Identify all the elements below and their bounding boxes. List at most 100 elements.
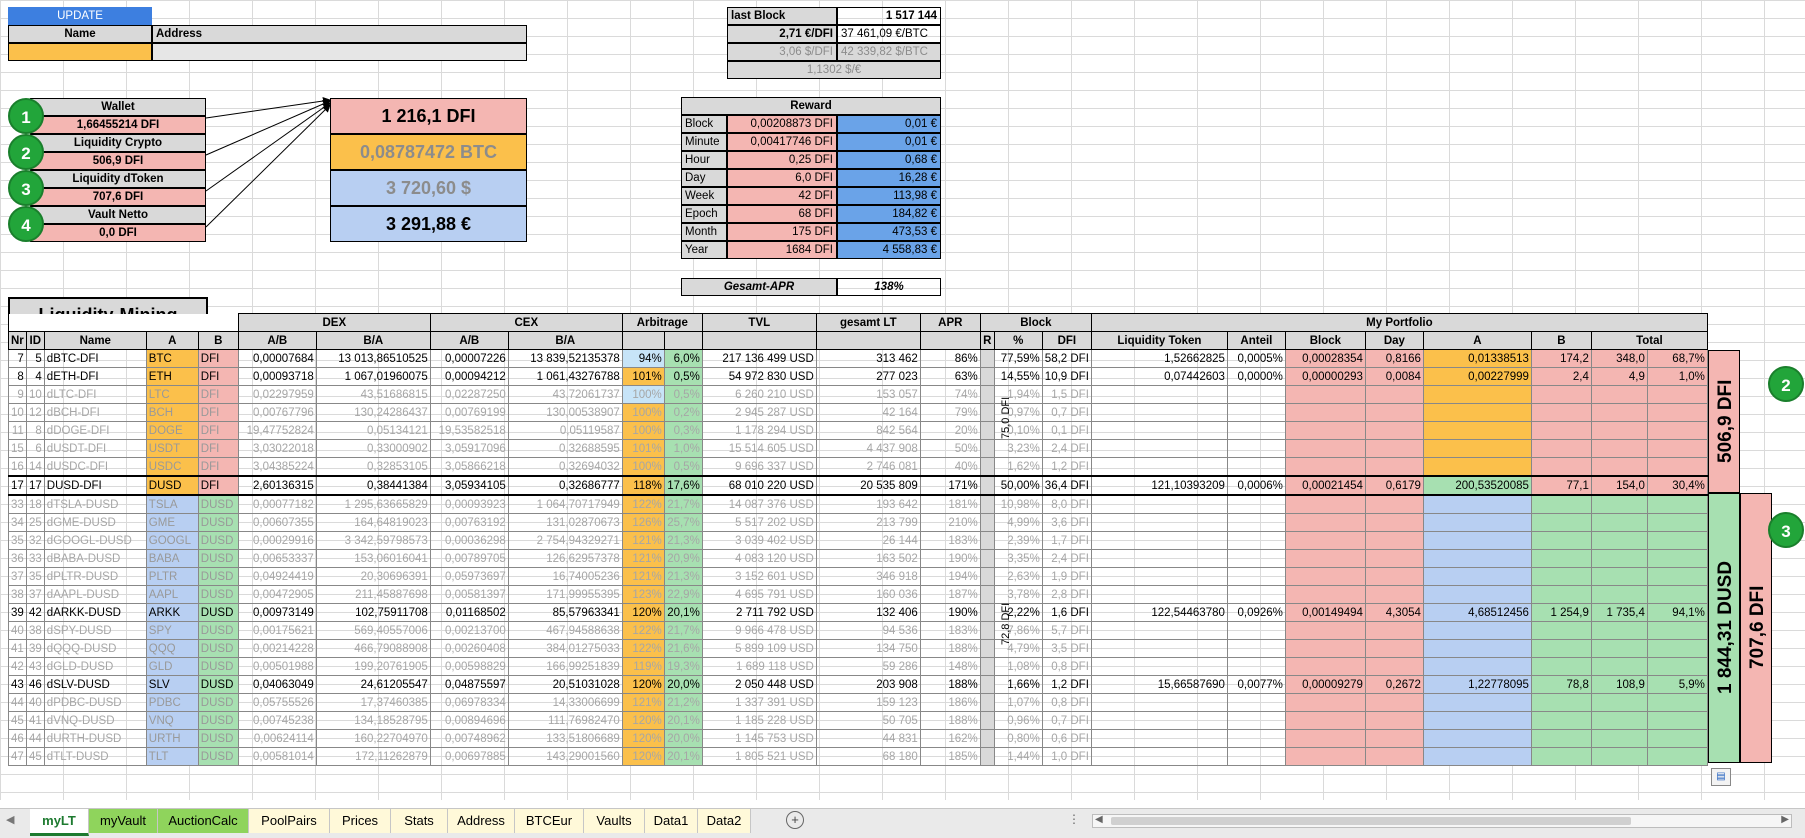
table-row[interactable]: 34 25 dGME-DUSD GME DUSD 0,00607355 164,648190…	[8, 513, 1708, 532]
name-input[interactable]	[8, 43, 152, 61]
table-row[interactable]: 45 41 dVNQ-DUSD VNQ DUSD 0,00745238 134,185287…	[8, 711, 1708, 730]
triangle-left-icon[interactable]: ◀	[6, 813, 14, 826]
sheet-tab[interactable]: AuctionCalc	[158, 809, 249, 833]
table-cell	[979, 513, 995, 532]
sheet-tab[interactable]: Data1	[645, 809, 698, 833]
table-cell	[1646, 639, 1708, 658]
table-cell: 0,0006%	[1226, 475, 1286, 496]
table-cell: 25,7%	[663, 513, 703, 532]
table-cell	[1422, 585, 1532, 604]
table-cell: 199,20761905	[315, 657, 431, 676]
table-row[interactable]: 15 6 dUSDT-DFI USDT DFI 3,03022018 0,33000902 3…	[8, 439, 1708, 458]
table-cell: GME	[145, 513, 199, 532]
total-eur: 3 291,88 €	[330, 206, 527, 242]
table-cell: 0,00973149	[237, 603, 317, 622]
table-row[interactable]: 38 37 dAAPL-DUSD AAPL DUSD 0,00472905 211,4588…	[8, 585, 1708, 604]
table-row[interactable]: 40 38 dSPY-DUSD SPY DUSD 0,00175621 569,405570…	[8, 621, 1708, 640]
table-cell: 9	[8, 385, 27, 404]
table-cell: 46	[8, 729, 27, 748]
table-cell	[1422, 403, 1532, 422]
scrollbar-thumb[interactable]	[1111, 817, 1631, 825]
table-cell: 194%	[919, 567, 981, 586]
sheet-tab[interactable]: Prices	[330, 809, 391, 833]
table-row[interactable]: 46 44 dURTH-DUSD URTH DUSD 0,00624114 160,2270…	[8, 729, 1708, 748]
table-cell	[979, 494, 995, 514]
table-row[interactable]: 17 17 DUSD-DFI DUSD DFI 2,60136315 0,38441384 3…	[8, 475, 1708, 496]
horizontal-scrollbar[interactable]: ◀ ▶	[1092, 814, 1792, 828]
table-cell: SLV	[145, 675, 199, 694]
table-cell: 121,10393209	[1090, 475, 1228, 496]
table-row[interactable]: 11 8 dDOGE-DFI DOGE DFI 19,47752824 0,05134121…	[8, 421, 1708, 440]
table-cell	[1226, 403, 1286, 422]
table-cell	[1530, 385, 1592, 404]
usd-per-btc: 42 339,82 $/BTC	[837, 43, 941, 61]
table-row[interactable]: 42 43 dGLD-DUSD GLD DUSD 0,00501988 199,207619…	[8, 657, 1708, 676]
table-cell: 100%	[621, 421, 665, 440]
table-row[interactable]: 39 42 dARKK-DUSD ARKK DUSD 0,00973149 102,7591…	[8, 603, 1708, 622]
table-cell: 133,51806689	[507, 729, 623, 748]
table-cell	[1646, 531, 1708, 550]
table-cell	[1090, 657, 1228, 676]
table-cell: 21,7%	[663, 494, 703, 514]
table-cell	[1646, 421, 1708, 440]
table-cell: 2,4 DFI	[1041, 439, 1092, 458]
table-cell: 121%	[621, 567, 665, 586]
table-cell	[979, 639, 995, 658]
table-cell	[1590, 403, 1648, 422]
table-cell	[1590, 494, 1648, 514]
table-cell: 122%	[621, 494, 665, 514]
table-cell: 190%	[919, 603, 981, 622]
sheet-tab[interactable]: Stats	[391, 809, 448, 833]
table-cell: 2 050 448 USD	[701, 675, 817, 694]
table-cell	[1364, 403, 1424, 422]
table-cell	[979, 549, 995, 568]
table-cell: 210%	[919, 513, 981, 532]
table-cell: 44 831	[815, 729, 921, 748]
table-row[interactable]: 8 4 dETH-DFI ETH DFI 0,00093718 1 067,01960075…	[8, 367, 1708, 386]
table-row[interactable]: 37 35 dPLTR-DUSD PLTR DUSD 0,04924419 20,30696…	[8, 567, 1708, 586]
reward-eur-value: 0,01 €	[837, 133, 941, 151]
table-row[interactable]: 47 45 dTLT-DUSD TLT DUSD 0,00581014 172,112628…	[8, 747, 1708, 766]
table-row[interactable]: 41 39 dQQQ-DUSD QQQ DUSD 0,00214228 466,790889…	[8, 639, 1708, 658]
right-arrow-icon[interactable]: ▶	[1781, 814, 1789, 825]
table-row[interactable]: 7 5 dBTC-DFI BTC DFI 0,00007684 13 013,8651052…	[8, 349, 1708, 368]
sheet-tab-menu-icon[interactable]: ⋮	[1068, 812, 1080, 826]
sheet-tab[interactable]: BTCEur	[515, 809, 584, 833]
paste-options-icon[interactable]: ▤	[1711, 768, 1731, 786]
sheet-tab[interactable]: Data2	[698, 809, 751, 833]
table-cell	[1090, 385, 1228, 404]
sheet-tab[interactable]: PoolPairs	[249, 809, 330, 833]
table-cell: 120%	[621, 729, 665, 748]
table-cell: 9 966 478 USD	[701, 621, 817, 640]
table-row[interactable]: 9 10 dLTC-DFI LTC DFI 0,02297959 43,51686815 0,…	[8, 385, 1708, 404]
sheet-tab[interactable]: myVault	[89, 809, 158, 833]
table-row[interactable]: 44 40 dPDBC-DUSD PDBC DUSD 0,05755526 17,37460…	[8, 693, 1708, 712]
table-cell: 0,00581397	[429, 585, 509, 604]
address-input[interactable]	[152, 43, 527, 61]
reward-eur-value: 4 558,83 €	[837, 241, 941, 259]
table-row[interactable]: 33 18 dTSLA-DUSD TSLA DUSD 0,00077182 1 295,63…	[8, 494, 1708, 514]
table-cell	[1090, 457, 1228, 477]
table-row[interactable]: 10 12 dBCH-DFI BCH DFI 0,00767796 130,24286437…	[8, 403, 1708, 422]
sheet-tab[interactable]: Vaults	[584, 809, 645, 833]
table-row[interactable]: 43 46 dSLV-DUSD SLV DUSD 0,04063049 24,6120554…	[8, 675, 1708, 694]
table-cell: 0,32688595	[507, 439, 623, 458]
left-arrow-icon[interactable]: ◀	[1095, 814, 1103, 825]
sheet-tab[interactable]: myLT	[30, 809, 89, 836]
table-cell	[1284, 385, 1366, 404]
table-cell	[1530, 657, 1592, 676]
table-row[interactable]: 35 32 dGOOGL-DUSD GOOGL DUSD 0,00029916 3 342,…	[8, 531, 1708, 550]
plus-circle-icon[interactable]: +	[786, 811, 804, 829]
update-button[interactable]: UPDATE	[8, 7, 152, 25]
table-cell: 2 945 287 USD	[701, 403, 817, 422]
table-row[interactable]: 36 33 dBABA-DUSD BABA DUSD 0,00653337 153,0601…	[8, 549, 1708, 568]
table-cell: 5	[25, 349, 45, 368]
table-cell: 85,57963341	[507, 603, 623, 622]
table-cell	[979, 367, 995, 386]
table-cell	[1090, 494, 1228, 514]
table-cell	[1364, 711, 1424, 730]
group-header-apr: APR	[919, 313, 981, 332]
table-row[interactable]: 16 14 dUSDC-DFI USDC DFI 3,04385224 0,32853105…	[8, 457, 1708, 477]
table-cell	[1590, 457, 1648, 477]
sheet-tab[interactable]: Address	[448, 809, 515, 833]
